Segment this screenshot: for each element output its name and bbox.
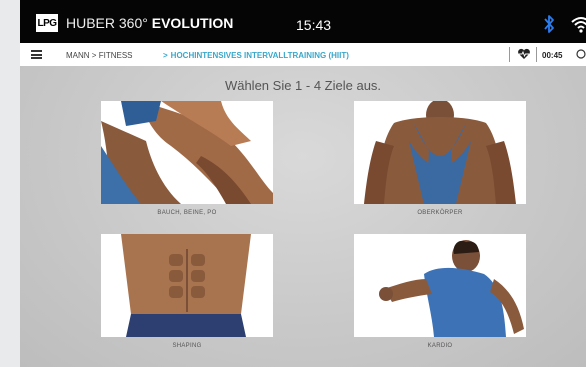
goal-label: SHAPING [172,343,202,349]
brand-title: HUBER 360° EVOLUTION [66,15,233,31]
breadcrumb-item-fitness[interactable]: FITNESS [99,51,133,60]
divider [509,47,510,62]
goal-selection-panel: Wählen Sie 1 - 4 Ziele aus. BAUCH, BEINE… [20,66,586,367]
clock: 15:43 [296,17,332,33]
goal-tile-oberkoerper[interactable]: OBERKÖRPER [354,101,526,216]
back-muscles-photo [354,101,526,204]
nav-bar: MANN > FITNESS > HOCHINTENSIVES INTERVALL… [20,43,586,67]
goal-tile-kardio[interactable]: KARDIO [354,234,526,349]
instruction-text: Wählen Sie 1 - 4 Ziele aus. [224,78,382,93]
device-screen: LPG HUBER 360° EVOLUTION 15:43 MANN > FI… [20,0,586,367]
breadcrumb-item-mann[interactable]: MANN [66,51,90,60]
bluetooth-icon[interactable] [542,14,556,34]
goal-label: KARDIO [427,343,453,349]
brand-suffix: EVOLUTION [151,15,234,31]
goal-label: BAUCH, BEINE, PO [157,210,217,216]
lpg-logo: LPG [36,14,58,32]
brand-prefix: HUBER 360° [66,15,148,31]
goal-tile-shaping[interactable]: SHAPING [101,234,273,349]
goal-tile-bauch-beine-po[interactable]: BAUCH, BEINE, PO [101,101,273,216]
wifi-icon[interactable] [570,14,586,34]
timer-icon [576,49,586,59]
status-bar: LPG HUBER 360° EVOLUTION 15:43 [20,0,586,43]
breadcrumb: MANN > FITNESS [66,51,132,60]
hamburger-menu-icon[interactable] [31,50,42,59]
runner-photo [354,234,526,337]
abs-photo [101,234,273,337]
session-timer: 00:45 [542,51,563,60]
heart-monitor-icon[interactable] [517,48,531,60]
breadcrumb-separator: > [91,51,97,60]
legs-lunge-photo [101,101,273,204]
divider [536,47,537,62]
breadcrumb-current: > HOCHINTENSIVES INTERVALLTRAINING (HIIT) [160,51,349,60]
breadcrumb-current-label: HOCHINTENSIVES INTERVALLTRAINING (HIIT) [170,51,349,60]
goal-label: OBERKÖRPER [417,210,463,216]
breadcrumb-separator-current: > [163,51,168,60]
